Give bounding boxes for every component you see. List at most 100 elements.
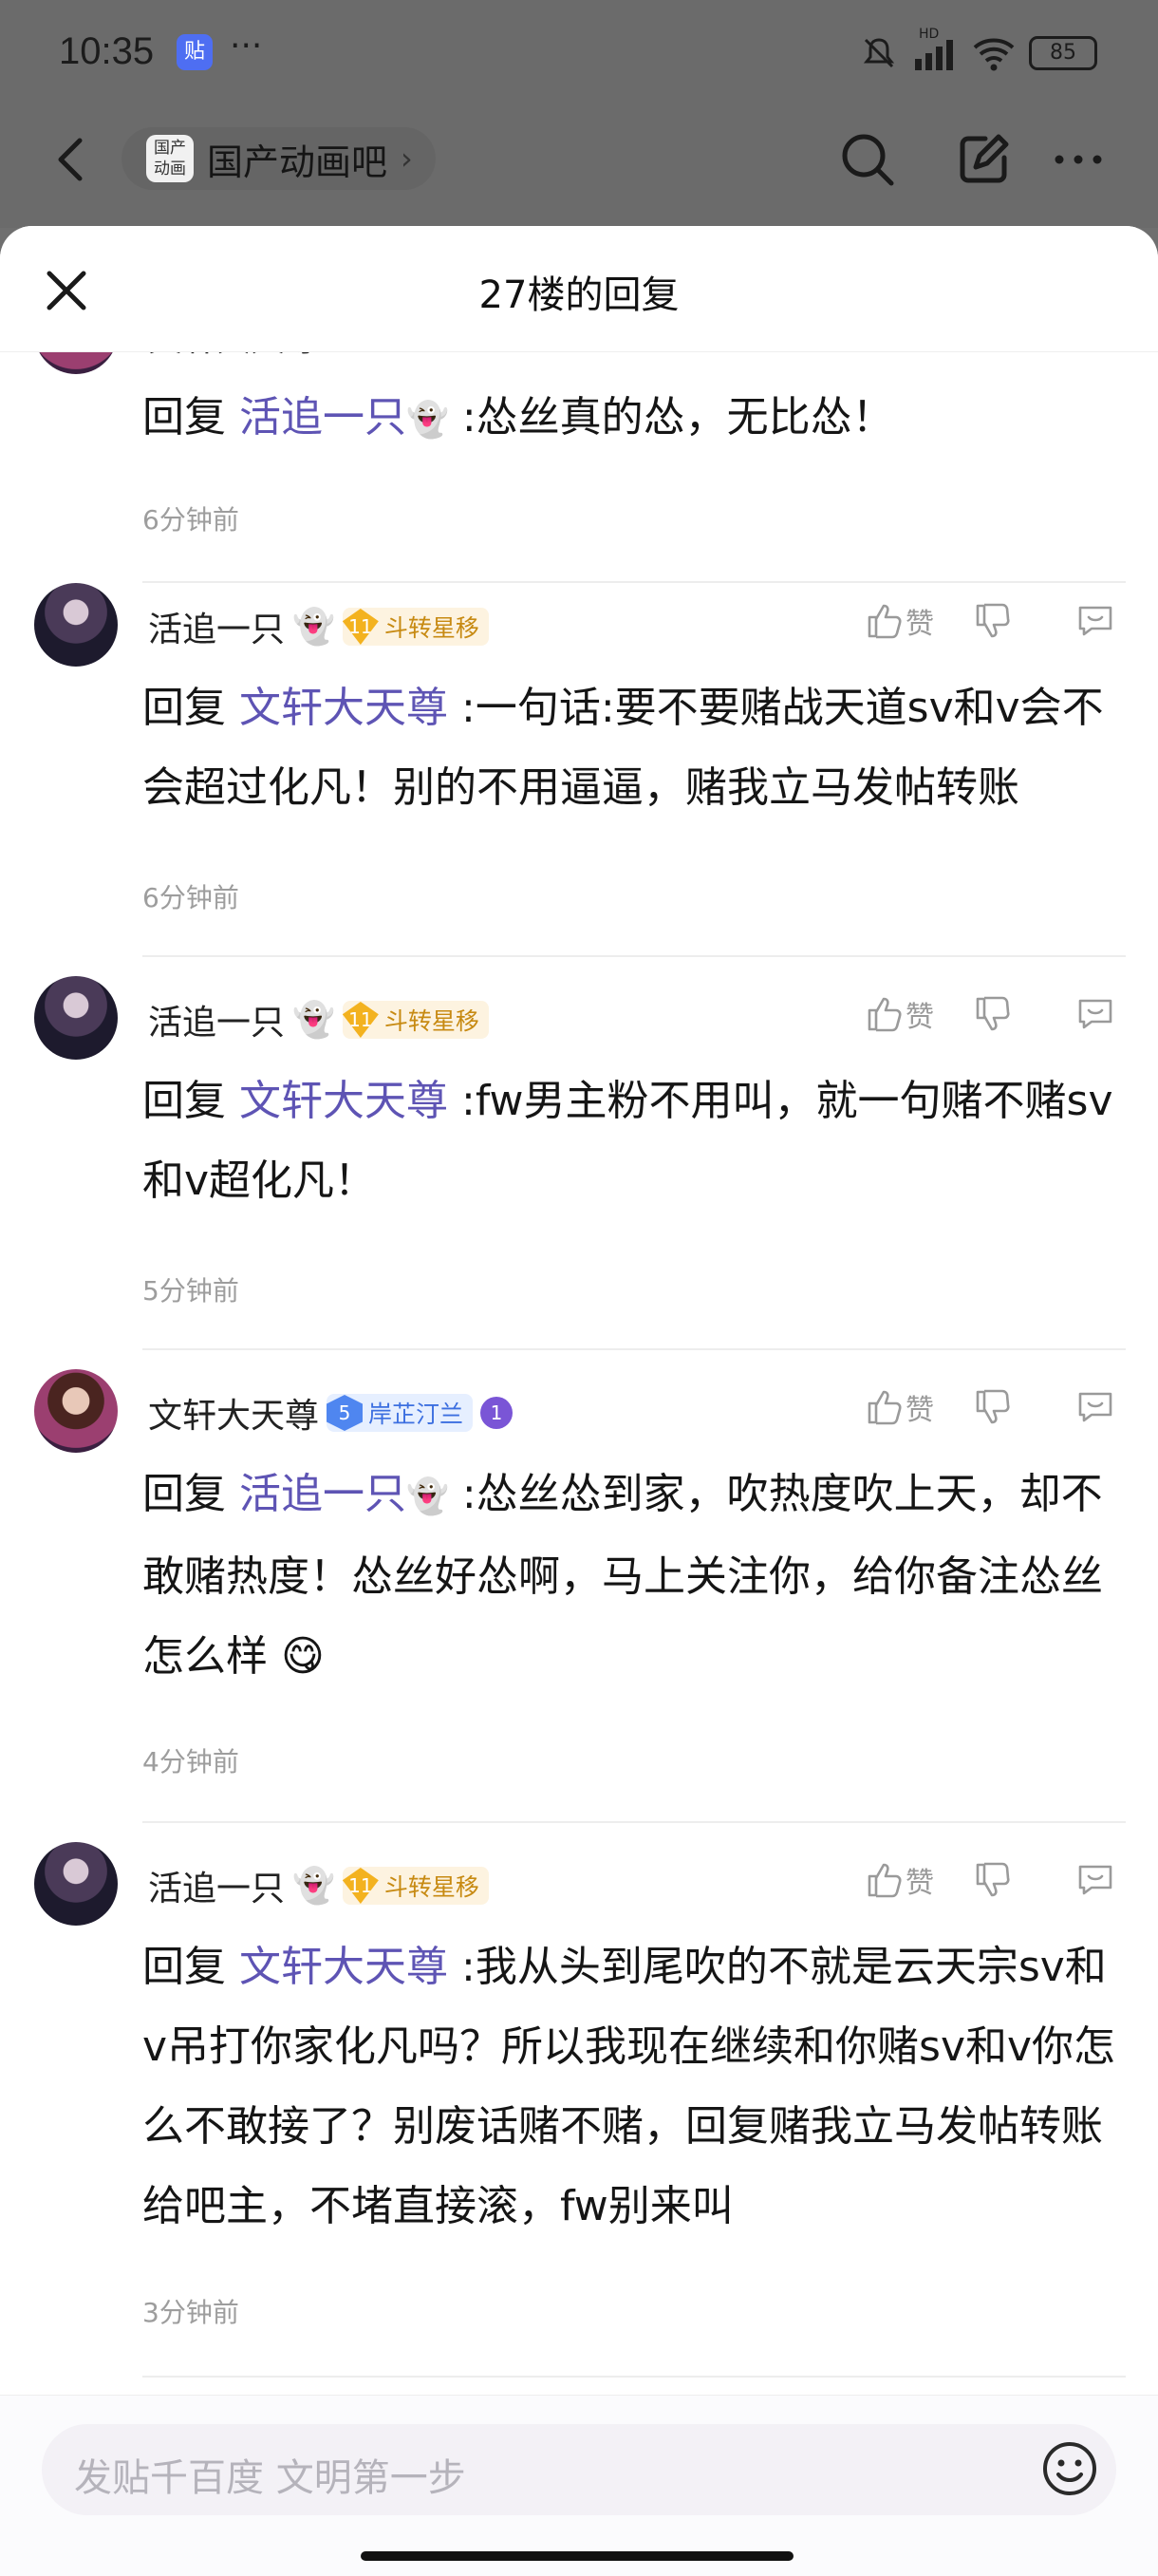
mention-link[interactable]: 文轩大天尊 xyxy=(239,1077,448,1125)
thumbs-up-icon xyxy=(868,604,902,639)
avatar[interactable] xyxy=(34,1369,118,1453)
more-notifications-icon: ··· xyxy=(230,27,263,66)
like-button[interactable]: 赞 xyxy=(864,600,934,642)
divider xyxy=(142,2376,1126,2378)
level-badge: 11 斗转星移 xyxy=(342,608,489,646)
reply-actions: 赞 xyxy=(864,993,1116,1035)
like-button[interactable]: 赞 xyxy=(864,993,934,1035)
user-line: 活追一只 👻 11 斗转星移 xyxy=(148,1861,489,1910)
reply-body: 回复 文轩大天尊 :我从头到尾吹的不就是云天宗sv和v吊打你家化凡吗？所以我现在… xyxy=(142,1927,1130,2247)
level-number: 11 xyxy=(342,1002,379,1038)
level-badge: 11 斗转星移 xyxy=(342,1867,489,1905)
user-line: 活追一只 👻 11 斗转星移 xyxy=(148,602,489,651)
avatar[interactable] xyxy=(34,351,118,374)
divider xyxy=(142,1348,1126,1350)
comment-icon xyxy=(1078,999,1112,1029)
level-badge: 11 斗转星移 xyxy=(342,1001,489,1039)
reply-keyword: 回复 xyxy=(142,1943,226,1991)
ghost-emoji: 👻 xyxy=(292,1001,335,1040)
level-title: 斗转星移 xyxy=(383,614,479,642)
like-label: 赞 xyxy=(906,1001,934,1034)
dislike-button[interactable] xyxy=(972,1386,1014,1428)
reply-item: 活追一只 👻 11 斗转星移 赞 回复 文轩大天尊 :一句话:要不要赌战天道sv和… xyxy=(0,583,1158,972)
avatar[interactable] xyxy=(34,1842,118,1926)
reply-item: 活追一只 👻 11 斗转星移 赞 回复 文轩大天尊 :我从头到尾吹的不就是云天宗s… xyxy=(0,1842,1158,2395)
reply-text: :怂丝真的怂，无比怂！ xyxy=(461,393,894,442)
ghost-emoji: 👻 xyxy=(406,1477,449,1516)
reply-body: 回复 文轩大天尊 :一句话:要不要赌战天道sv和v会不会超过化凡！别的不用逼逼，… xyxy=(142,668,1130,828)
username[interactable]: 活追一只 xyxy=(148,995,285,1044)
reply-button[interactable] xyxy=(1074,1386,1116,1428)
reply-item: 活追一只 👻 11 斗转星移 赞 回复 文轩大天尊 :fw男主粉不用叫，就一句赌不… xyxy=(0,976,1158,1365)
status-bar: 10:35 贴 ··· HD 85 xyxy=(0,0,1158,112)
more-icon[interactable] xyxy=(1048,129,1109,190)
reply-actions: 赞 xyxy=(864,1386,1116,1428)
user-line: 文轩大天尊 xyxy=(148,351,319,361)
chevron-right-icon: › xyxy=(401,141,413,177)
thumbs-down-icon xyxy=(976,603,1010,638)
like-button[interactable]: 赞 xyxy=(864,1386,934,1428)
tieba-app-icon: 贴 xyxy=(177,34,213,70)
username[interactable]: 活追一只 xyxy=(148,602,285,651)
thumbs-up-icon xyxy=(868,1863,902,1898)
forum-logo: 国产动画 xyxy=(146,135,194,182)
mention-link[interactable]: 活追一只 xyxy=(239,393,406,442)
username[interactable]: 文轩大天尊 xyxy=(148,351,319,361)
avatar[interactable] xyxy=(34,976,118,1060)
sheet-header: 27楼的回复 xyxy=(0,226,1158,352)
reply-list[interactable]: 文轩大天尊 回复 活追一只👻 :怂丝真的怂，无比怂！ 6分钟前 活追一只 👻 1… xyxy=(0,351,1158,2395)
reply-keyword: 回复 xyxy=(142,1077,226,1125)
mute-icon xyxy=(863,38,895,68)
divider xyxy=(142,1821,1126,1823)
ghost-emoji: 👻 xyxy=(406,401,449,440)
level-number: 5 xyxy=(327,1395,364,1431)
replies-sheet: 27楼的回复 文轩大天尊 回复 活追一只👻 :怂丝真的怂，无比怂！ 6分钟前 活… xyxy=(0,226,1158,2575)
username[interactable]: 文轩大天尊 xyxy=(148,1388,319,1438)
status-icons: HD 85 xyxy=(860,27,1097,72)
reply-actions: 赞 xyxy=(864,1859,1116,1901)
mention-link[interactable]: 文轩大天尊 xyxy=(239,684,448,732)
like-button[interactable]: 赞 xyxy=(864,1859,934,1901)
user-line: 活追一只 👻 11 斗转星移 xyxy=(148,995,489,1044)
wifi-icon xyxy=(973,38,1015,71)
user-line: 文轩大天尊 5 岸芷汀兰 1 xyxy=(148,1388,514,1438)
dislike-button[interactable] xyxy=(972,600,1014,642)
reply-keyword: 回复 xyxy=(142,1470,226,1518)
ghost-emoji: 👻 xyxy=(292,1867,335,1906)
search-icon[interactable] xyxy=(837,129,898,190)
reply-button[interactable] xyxy=(1074,993,1116,1035)
reply-button[interactable] xyxy=(1074,1859,1116,1901)
level-number: 11 xyxy=(342,609,379,645)
home-indicator[interactable] xyxy=(361,2551,794,2561)
battery-icon: 85 xyxy=(1029,36,1097,70)
mention-link[interactable]: 活追一只 xyxy=(239,1470,406,1518)
thumbs-up-icon xyxy=(868,1390,902,1425)
mention-link[interactable]: 文轩大天尊 xyxy=(239,1943,448,1991)
reply-input[interactable]: 发贴千百度 文明第一步 xyxy=(42,2424,1116,2515)
forum-name: 国产动画吧 xyxy=(207,141,388,183)
reply-input-placeholder: 发贴千百度 文明第一步 xyxy=(74,2456,466,2500)
dislike-button[interactable] xyxy=(972,993,1014,1035)
divider xyxy=(142,955,1126,957)
thumbs-down-icon xyxy=(976,1862,1010,1897)
status-time: 10:35 xyxy=(59,30,155,72)
emoji-icon[interactable] xyxy=(1040,2439,1099,2498)
avatar[interactable] xyxy=(34,583,118,667)
reply-button[interactable] xyxy=(1074,600,1116,642)
hd-label: HD xyxy=(919,27,940,42)
forum-entry-button[interactable]: 国产动画 国产动画吧 › xyxy=(121,127,436,190)
comment-icon xyxy=(1078,606,1112,636)
level-number: 11 xyxy=(342,1868,379,1904)
back-icon[interactable] xyxy=(44,131,101,188)
like-label: 赞 xyxy=(906,1867,934,1900)
reply-body: 回复 活追一只👻 :怂丝真的怂，无比怂！ xyxy=(142,378,1130,461)
username[interactable]: 活追一只 xyxy=(148,1861,285,1910)
dislike-button[interactable] xyxy=(972,1859,1014,1901)
reply-time: 6分钟前 xyxy=(142,504,239,536)
reply-body: 回复 文轩大天尊 :fw男主粉不用叫，就一句赌不赌sv和v超化凡！ xyxy=(142,1062,1130,1221)
comment-icon xyxy=(1078,1865,1112,1895)
reply-time: 4分钟前 xyxy=(142,1746,239,1777)
edit-icon[interactable] xyxy=(953,129,1014,190)
cellular-signal-icon: HD xyxy=(911,27,959,72)
like-label: 赞 xyxy=(906,1394,934,1427)
